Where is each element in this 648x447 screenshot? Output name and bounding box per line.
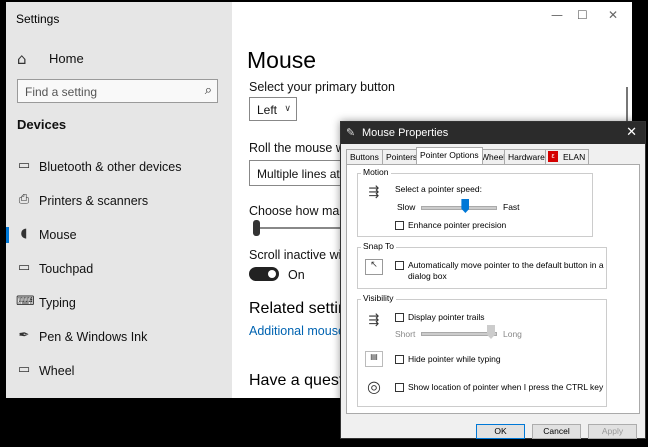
title-bar: Settings — ☐ ✕ (6, 2, 632, 32)
dropdown-value: Multiple lines at a (257, 167, 350, 181)
mouse-pointer-icon: ✎ (346, 126, 356, 139)
sidebar-item-label: Wheel (39, 364, 75, 378)
snap-to-label-line1: Automatically move pointer to the defaul… (408, 260, 604, 270)
lines-slider-track[interactable] (254, 227, 354, 229)
dialog-title-bar: ✎ Mouse Properties ✕ (341, 122, 645, 144)
wheel-icon: ▭ (17, 362, 31, 377)
inactive-scroll-toggle[interactable] (249, 267, 279, 281)
trails-short-label: Short (395, 329, 416, 339)
ok-button[interactable]: OK (476, 424, 525, 439)
bluetooth-icon: ▭ (17, 158, 31, 173)
snap-to-label-line2: dialog box (408, 271, 447, 281)
sidebar-item-label: Bluetooth & other devices (39, 160, 182, 174)
page-title: Mouse (247, 47, 317, 73)
show-location-icon: ◎ (367, 377, 381, 396)
mouse-properties-dialog: ✎ Mouse Properties ✕ Buttons Pointers Po… (340, 121, 646, 439)
lines-slider-thumb[interactable] (253, 220, 260, 236)
search-placeholder: Find a setting (25, 85, 98, 99)
pen-icon: ✒ (18, 328, 30, 343)
trails-slider-track[interactable] (421, 332, 497, 336)
hide-pointer-label: Hide pointer while typing (408, 354, 501, 364)
tab-buttons[interactable]: Buttons (346, 149, 383, 164)
snap-to-icon: ↖ (365, 259, 383, 275)
section-heading: Devices (17, 117, 67, 132)
maximize-button[interactable]: ☐ (577, 8, 588, 22)
sidebar-item-label: Touchpad (39, 262, 94, 276)
close-button[interactable]: ✕ (608, 8, 618, 22)
dialog-close-button[interactable]: ✕ (626, 125, 637, 140)
sidebar-item-printers-scanners[interactable]: ⎙ Printers & scanners (6, 186, 232, 216)
hide-pointer-icon: ▤ (365, 351, 383, 367)
pointer-speed-icon: ⇶ (368, 185, 380, 200)
pointer-options-pane: Motion ⇶ Select a pointer speed: Slow Fa… (346, 164, 640, 414)
pointer-trails-icon: ⇶ (368, 313, 380, 328)
search-icon: ⌕ (204, 83, 212, 98)
sidebar-item-mouse[interactable]: ◖ Mouse (6, 220, 232, 250)
primary-button-dropdown[interactable]: Left ∨ (249, 97, 297, 121)
sidebar-item-wheel[interactable]: ▭ Wheel (6, 356, 232, 386)
precision-label: Enhance pointer precision (408, 220, 507, 230)
trails-long-label: Long (503, 329, 522, 339)
precision-checkbox[interactable] (395, 221, 404, 230)
tab-elan-label: ELAN (563, 152, 586, 162)
sidebar-item-label: Printers & scanners (39, 194, 149, 208)
tab-pointer-options[interactable]: Pointer Options (416, 147, 483, 164)
dialog-title: Mouse Properties (362, 127, 449, 139)
show-location-checkbox[interactable] (395, 383, 404, 392)
mouse-icon: ◖ (20, 226, 28, 241)
snap-to-checkbox[interactable] (395, 261, 404, 270)
sidebar-item-label: Typing (39, 296, 76, 310)
pointer-trails-checkbox[interactable] (395, 313, 404, 322)
hide-pointer-checkbox[interactable] (395, 355, 404, 364)
toggle-knob (268, 270, 276, 278)
sidebar-item-typing[interactable]: ⌨ Typing (6, 288, 232, 318)
toggle-state: On (288, 268, 305, 282)
minimize-button[interactable]: — (551, 8, 563, 22)
snap-group-label: Snap To (361, 241, 397, 251)
home-nav-item[interactable]: ⌂ Home (16, 47, 216, 73)
show-location-label: Show location of pointer when I press th… (408, 382, 604, 392)
motion-group-label: Motion (361, 167, 391, 177)
apply-button[interactable]: Apply (588, 424, 637, 439)
home-label: Home (49, 51, 84, 66)
cancel-button[interactable]: Cancel (532, 424, 581, 439)
touchpad-icon: ▭ (17, 260, 31, 275)
tab-hardware[interactable]: Hardware (504, 149, 549, 164)
speed-label: Select a pointer speed: (395, 184, 482, 194)
primary-button-label: Select your primary button (249, 80, 395, 94)
sidebar-item-bluetooth-other-devices[interactable]: ▭ Bluetooth & other devices (6, 152, 232, 182)
chevron-down-icon: ∨ (284, 103, 291, 113)
sidebar-item-label: Pen & Windows Ink (39, 330, 148, 344)
window-title: Settings (16, 12, 60, 26)
sidebar-item-pen-windows-ink[interactable]: ✒ Pen & Windows Ink (6, 322, 232, 352)
dropdown-value: Left (257, 103, 278, 117)
keyboard-icon: ⌨ (16, 294, 35, 309)
pointer-trails-label: Display pointer trails (408, 312, 485, 322)
printer-icon: ⎙ (18, 192, 30, 207)
sidebar-item-label: Mouse (39, 228, 77, 242)
home-icon: ⌂ (17, 50, 27, 68)
elan-logo-icon: ε (548, 151, 558, 162)
visibility-group-label: Visibility (361, 293, 396, 303)
tab-elan[interactable]: ε ELAN (545, 149, 590, 164)
speed-fast-label: Fast (503, 202, 520, 212)
selected-indicator (6, 227, 9, 243)
speed-slider-track[interactable] (421, 206, 497, 210)
search-input[interactable]: Find a setting ⌕ (17, 79, 218, 103)
speed-slow-label: Slow (397, 202, 416, 212)
sidebar-item-touchpad[interactable]: ▭ Touchpad (6, 254, 232, 284)
